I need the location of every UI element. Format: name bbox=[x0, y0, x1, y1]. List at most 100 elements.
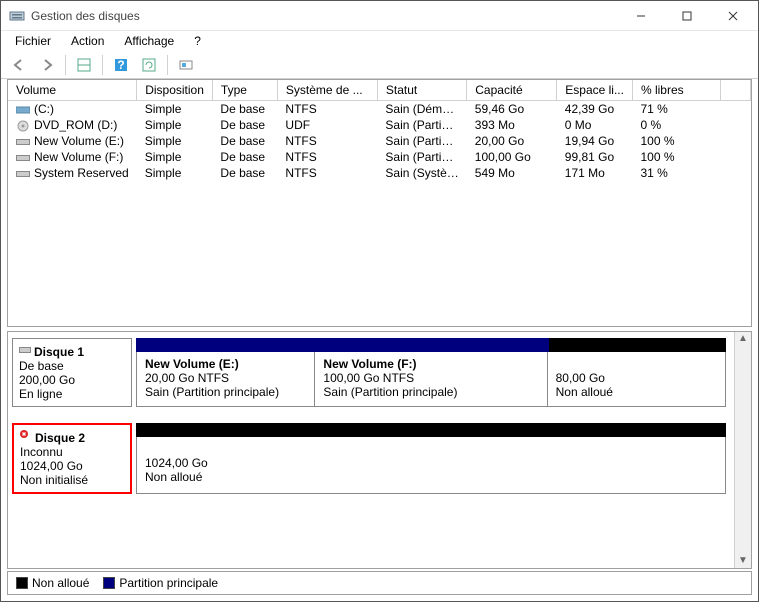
cell-free: 171 Mo bbox=[557, 165, 633, 181]
partition-title: New Volume (F:) bbox=[323, 357, 538, 371]
volume-icon bbox=[16, 120, 30, 132]
partition-unalloc-1[interactable]: 80,00 Go Non alloué bbox=[548, 352, 725, 406]
maximize-button[interactable] bbox=[664, 1, 710, 30]
volume-icon bbox=[16, 152, 30, 164]
close-button[interactable] bbox=[710, 1, 756, 30]
legend: Non alloué Partition principale bbox=[7, 571, 752, 595]
partition-size: 100,00 Go NTFS bbox=[323, 371, 538, 385]
strip-seg bbox=[136, 423, 726, 437]
settings-button[interactable] bbox=[174, 53, 198, 77]
col-fs[interactable]: Système de ... bbox=[277, 80, 377, 101]
disk-info-1[interactable]: Disque 1 De base 200,00 Go En ligne bbox=[12, 338, 132, 407]
cell-status: Sain (Parti… bbox=[377, 133, 466, 149]
cell-fs: NTFS bbox=[277, 165, 377, 181]
scrollbar[interactable]: ▲ ▼ bbox=[734, 332, 751, 568]
scroll-down-icon[interactable]: ▼ bbox=[738, 556, 748, 566]
partition-status: Non alloué bbox=[556, 385, 717, 399]
menu-file[interactable]: Fichier bbox=[7, 32, 59, 50]
cell-layout: Simple bbox=[137, 149, 213, 165]
partition-status: Sain (Partition principale) bbox=[145, 385, 306, 399]
volume-icon bbox=[16, 104, 30, 116]
volume-icon bbox=[16, 168, 30, 180]
cell-pct: 100 % bbox=[632, 149, 720, 165]
disk-map: Disque 1 De base 200,00 Go En ligne New … bbox=[8, 332, 734, 568]
cell-free: 99,81 Go bbox=[557, 149, 633, 165]
volume-table[interactable]: Volume Disposition Type Système de ... S… bbox=[8, 80, 751, 181]
cell-layout: Simple bbox=[137, 133, 213, 149]
disk-size: 1024,00 Go bbox=[20, 459, 124, 473]
col-capacity[interactable]: Capacité bbox=[467, 80, 557, 101]
menu-help[interactable]: ? bbox=[186, 32, 209, 50]
cell-fs: UDF bbox=[277, 117, 377, 133]
partition-size: 1024,00 Go bbox=[145, 456, 717, 470]
menu-view[interactable]: Affichage bbox=[116, 32, 182, 50]
disk-info-2[interactable]: Disque 2 Inconnu 1024,00 Go Non initiali… bbox=[12, 423, 132, 494]
cell-pct: 31 % bbox=[632, 165, 720, 181]
partition-title: New Volume (E:) bbox=[145, 357, 306, 371]
strip bbox=[136, 423, 726, 437]
table-row[interactable]: System ReservedSimpleDe baseNTFSSain (Sy… bbox=[8, 165, 751, 181]
cell-fs: NTFS bbox=[277, 101, 377, 118]
table-row[interactable]: (C:)SimpleDe baseNTFSSain (Dém…59,46 Go4… bbox=[8, 101, 751, 118]
strip-seg bbox=[549, 338, 726, 352]
cell-capacity: 393 Mo bbox=[467, 117, 557, 133]
col-free[interactable]: Espace li... bbox=[557, 80, 633, 101]
disk-state: Non initialisé bbox=[20, 473, 124, 487]
help-button[interactable]: ? bbox=[109, 53, 133, 77]
legend-unallocated: Non alloué bbox=[16, 576, 89, 590]
cell-type: De base bbox=[212, 149, 277, 165]
disk-icon bbox=[19, 344, 31, 359]
legend-label: Non alloué bbox=[32, 576, 89, 590]
col-pct[interactable]: % libres bbox=[632, 80, 720, 101]
legend-primary: Partition principale bbox=[103, 576, 218, 590]
partition-size: 20,00 Go NTFS bbox=[145, 371, 306, 385]
cell-type: De base bbox=[212, 117, 277, 133]
disk-error-icon bbox=[20, 430, 32, 445]
col-volume[interactable]: Volume bbox=[8, 80, 137, 101]
volume-list-panel: Volume Disposition Type Système de ... S… bbox=[7, 79, 752, 327]
disk-partitions-2: 1024,00 Go Non alloué bbox=[136, 423, 726, 494]
toolbar-separator bbox=[65, 55, 66, 75]
partition-e[interactable]: New Volume (E:) 20,00 Go NTFS Sain (Part… bbox=[137, 352, 315, 406]
cell-type: De base bbox=[212, 101, 277, 118]
cell-free: 42,39 Go bbox=[557, 101, 633, 118]
col-status[interactable]: Statut bbox=[377, 80, 466, 101]
titlebar[interactable]: Gestion des disques bbox=[1, 1, 758, 31]
cell-type: De base bbox=[212, 165, 277, 181]
svg-text:?: ? bbox=[117, 58, 124, 72]
col-type[interactable]: Type bbox=[212, 80, 277, 101]
disk-partitions-1: New Volume (E:) 20,00 Go NTFS Sain (Part… bbox=[136, 338, 726, 407]
cell-capacity: 59,46 Go bbox=[467, 101, 557, 118]
table-row[interactable]: New Volume (F:)SimpleDe baseNTFSSain (Pa… bbox=[8, 149, 751, 165]
scroll-up-icon[interactable]: ▲ bbox=[738, 334, 748, 344]
partition-f[interactable]: New Volume (F:) 100,00 Go NTFS Sain (Par… bbox=[315, 352, 547, 406]
col-filler[interactable] bbox=[721, 80, 751, 101]
cell-status: Sain (Systè… bbox=[377, 165, 466, 181]
menu-action[interactable]: Action bbox=[63, 32, 112, 50]
disk-row-2[interactable]: Disque 2 Inconnu 1024,00 Go Non initiali… bbox=[8, 417, 734, 504]
cell-status: Sain (Parti… bbox=[377, 149, 466, 165]
partition-status: Sain (Partition principale) bbox=[323, 385, 538, 399]
back-button[interactable] bbox=[7, 53, 31, 77]
table-row[interactable]: New Volume (E:)SimpleDe baseNTFSSain (Pa… bbox=[8, 133, 751, 149]
strip-seg bbox=[136, 338, 313, 352]
table-row[interactable]: DVD_ROM (D:)SimpleDe baseUDFSain (Parti…… bbox=[8, 117, 751, 133]
refresh-button[interactable] bbox=[137, 53, 161, 77]
legend-swatch-black bbox=[16, 577, 28, 589]
minimize-button[interactable] bbox=[618, 1, 664, 30]
legend-label: Partition principale bbox=[119, 576, 218, 590]
disk-name: Disque 2 bbox=[35, 431, 85, 445]
cell-layout: Simple bbox=[137, 117, 213, 133]
view-split-button[interactable] bbox=[72, 53, 96, 77]
cell-layout: Simple bbox=[137, 101, 213, 118]
cell-fs: NTFS bbox=[277, 149, 377, 165]
cell-capacity: 549 Mo bbox=[467, 165, 557, 181]
disk-row-1[interactable]: Disque 1 De base 200,00 Go En ligne New … bbox=[8, 332, 734, 417]
toolbar-separator bbox=[102, 55, 103, 75]
forward-button[interactable] bbox=[35, 53, 59, 77]
cell-layout: Simple bbox=[137, 165, 213, 181]
partition-unalloc-2[interactable]: 1024,00 Go Non alloué bbox=[137, 437, 725, 493]
col-layout[interactable]: Disposition bbox=[137, 80, 213, 101]
strip bbox=[136, 338, 726, 352]
disk-size: 200,00 Go bbox=[19, 373, 125, 387]
